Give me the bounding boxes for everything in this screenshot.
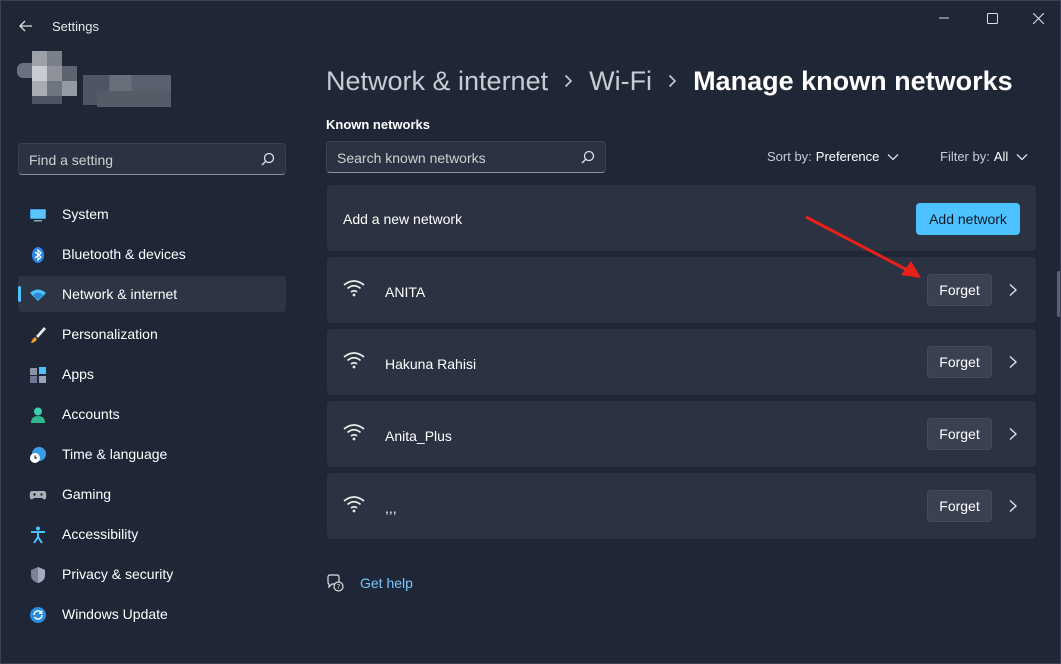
filter-value: All — [993, 149, 1009, 164]
network-name: Hakuna Rahisi — [385, 356, 477, 372]
chevron-right-icon[interactable] — [1007, 355, 1019, 369]
sort-label: Sort by: — [767, 149, 812, 164]
monitor-icon — [30, 209, 46, 222]
add-network-card: Add a new network Add network — [327, 185, 1036, 251]
network-name: ANITA — [385, 284, 426, 300]
account-email-blurred — [97, 91, 171, 107]
chevron-right-icon[interactable] — [1007, 427, 1019, 441]
chevron-right-icon — [564, 74, 573, 88]
sidebar-item-label: Gaming — [62, 486, 112, 502]
sidebar-item-network[interactable]: Network & internet — [18, 276, 286, 312]
sidebar-item-label: System — [62, 206, 109, 222]
sidebar-item-label: Accessibility — [62, 526, 139, 542]
app-title: Settings — [52, 19, 99, 34]
network-row[interactable]: Anita_Plus Forget — [327, 401, 1036, 467]
sidebar-item-label: Network & internet — [62, 286, 178, 302]
title-bar: Settings — [1, 1, 1060, 49]
page-title: Manage known networks — [693, 65, 1013, 96]
sidebar-item-label: Time & language — [62, 446, 168, 462]
filter-label: Filter by: — [940, 149, 990, 164]
sidebar-item-apps[interactable]: Apps — [18, 356, 286, 392]
close-button[interactable] — [1015, 1, 1061, 35]
breadcrumb-network-internet[interactable]: Network & internet — [326, 66, 548, 97]
back-arrow-icon — [19, 20, 32, 32]
wifi-signal-icon — [343, 352, 365, 369]
maximize-icon — [986, 12, 998, 24]
sidebar-item-accounts[interactable]: Accounts — [18, 396, 286, 432]
find-setting-input[interactable] — [29, 150, 249, 170]
sidebar-item-label: Accounts — [62, 406, 120, 422]
get-help-label: Get help — [360, 575, 413, 591]
wifi-signal-icon — [343, 496, 365, 513]
svg-text:?: ? — [337, 583, 341, 591]
add-network-button[interactable]: Add network — [916, 203, 1020, 235]
sidebar-item-label: Windows Update — [62, 606, 168, 622]
sidebar-item-system[interactable]: System — [18, 196, 286, 232]
sidebar-item-time-language[interactable]: Time & language — [18, 436, 286, 472]
search-known-networks[interactable] — [326, 141, 606, 173]
sidebar-item-label: Privacy & security — [62, 566, 174, 582]
bluetooth-icon — [32, 247, 44, 263]
sidebar-item-label: Personalization — [62, 326, 158, 342]
chevron-down-icon — [1016, 153, 1028, 160]
find-setting-search[interactable] — [18, 143, 286, 175]
apps-icon — [30, 367, 46, 383]
sidebar-item-label: Bluetooth & devices — [62, 246, 186, 262]
accessibility-icon — [31, 526, 45, 544]
back-button[interactable] — [13, 13, 39, 39]
forget-button[interactable]: Forget — [927, 418, 992, 450]
wifi-signal-icon — [343, 280, 365, 297]
breadcrumb: Network & internet Wi-Fi Manage known ne… — [326, 61, 1013, 101]
sidebar-item-privacy[interactable]: Privacy & security — [18, 556, 286, 592]
wifi-signal-icon — [343, 424, 365, 441]
scrollbar[interactable] — [1057, 271, 1060, 317]
help-chat-icon: ? — [327, 574, 344, 592]
chevron-right-icon — [668, 74, 677, 88]
search-icon[interactable] — [581, 150, 595, 164]
breadcrumb-wifi[interactable]: Wi-Fi — [589, 66, 652, 97]
network-name: ,,, — [385, 500, 397, 516]
wifi-icon — [30, 289, 46, 301]
sidebar-item-personalization[interactable]: Personalization — [18, 316, 286, 352]
sidebar-item-bluetooth[interactable]: Bluetooth & devices — [18, 236, 286, 272]
minimize-button[interactable] — [921, 1, 967, 35]
section-title: Known networks — [326, 117, 431, 132]
update-icon — [30, 607, 46, 623]
sort-dropdown[interactable]: Sort by: Preference — [767, 149, 899, 164]
chevron-right-icon[interactable] — [1007, 283, 1019, 297]
network-row[interactable]: Hakuna Rahisi Forget — [327, 329, 1036, 395]
sidebar-item-accessibility[interactable]: Accessibility — [18, 516, 286, 552]
clock-globe-icon — [30, 447, 46, 463]
settings-window: Settings Find a setting System Bluetooth… — [0, 0, 1061, 664]
maximize-button[interactable] — [969, 1, 1015, 35]
sort-value: Preference — [815, 149, 880, 164]
search-known-networks-input[interactable] — [337, 148, 557, 168]
search-icon[interactable] — [261, 152, 275, 166]
chevron-down-icon — [887, 153, 899, 160]
forget-button[interactable]: Forget — [927, 346, 992, 378]
network-name: Anita_Plus — [385, 428, 452, 444]
brush-icon — [31, 327, 46, 343]
forget-button[interactable]: Forget — [927, 490, 992, 522]
forget-button[interactable]: Forget — [927, 274, 992, 306]
network-row[interactable]: ANITA Forget — [327, 257, 1036, 323]
shield-icon — [31, 567, 45, 583]
chevron-right-icon[interactable] — [1007, 499, 1019, 513]
sidebar-item-label: Apps — [62, 366, 94, 382]
network-row[interactable]: ,,, Forget — [327, 473, 1036, 539]
get-help-link[interactable]: ? Get help — [326, 574, 413, 592]
minimize-icon — [939, 17, 949, 19]
gamepad-icon — [29, 491, 47, 500]
close-icon — [1032, 12, 1044, 24]
sidebar-item-windows-update[interactable]: Windows Update — [18, 596, 286, 632]
sidebar-item-gaming[interactable]: Gaming — [18, 476, 286, 512]
avatar[interactable] — [17, 51, 77, 111]
filter-dropdown[interactable]: Filter by: All — [940, 149, 1028, 164]
person-icon — [31, 407, 45, 423]
sidebar-nav: System Bluetooth & devices Network & int… — [18, 196, 286, 636]
add-network-label: Add a new network — [343, 211, 463, 227]
